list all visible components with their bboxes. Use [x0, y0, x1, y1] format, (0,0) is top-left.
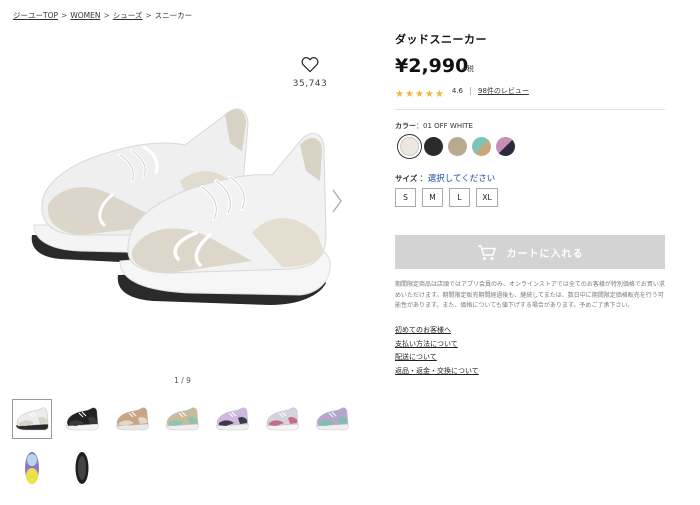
rating-row: ★★★★★ 4.6 98件のレビュー [395, 86, 529, 99]
thumbnail-black[interactable] [62, 399, 102, 439]
main-product-image[interactable] [20, 85, 340, 315]
rating-value: 4.6 [451, 87, 463, 95]
heart-icon [301, 57, 319, 73]
size-option-m[interactable]: M [422, 188, 443, 207]
color-selected-value: ：01 OFF WHITE [416, 122, 473, 130]
star-icon: ★ [434, 88, 444, 100]
color-swatch-mint-multi[interactable] [472, 137, 491, 156]
breadcrumb-current: スニーカー [154, 11, 193, 20]
color-label: カラー：01 OFF WHITE [395, 121, 473, 131]
star-icon: ★ [424, 88, 434, 100]
color-swatch-black[interactable] [424, 137, 443, 156]
thumbnail-sole-black[interactable] [62, 448, 102, 488]
color-swatch-beige[interactable] [448, 137, 467, 156]
favorite-button[interactable] [295, 56, 325, 73]
breadcrumb: ジーユーTOP > WOMEN > シューズ > スニーカー [13, 10, 192, 21]
size-selected-value: ：選択してください [419, 174, 496, 184]
link-shipping[interactable]: 配送について [395, 352, 437, 362]
size-label: サイズ ：選択してください [395, 172, 495, 184]
cart-icon [477, 244, 496, 260]
image-counter: 1 / 9 [174, 376, 191, 385]
color-label-title: カラー [395, 122, 416, 130]
rating-stars: ★★★★★ [395, 82, 445, 101]
color-swatch-purple-multi[interactable] [496, 137, 515, 156]
thumbnail-mint-multi[interactable] [162, 399, 202, 439]
breadcrumb-women[interactable]: WOMEN [70, 11, 100, 20]
breadcrumb-separator: > [61, 11, 68, 20]
tax-label: +税 [461, 65, 474, 73]
thumbnail-multi-purple[interactable] [312, 399, 352, 439]
link-payment[interactable]: 支払い方法について [395, 339, 458, 349]
star-icon: ★ [414, 88, 424, 100]
link-first-time[interactable]: 初めてのお客様へ [395, 325, 451, 335]
chevron-right-icon [332, 189, 342, 213]
size-option-s[interactable]: S [395, 188, 416, 207]
add-to-cart-button[interactable]: カートに入れる [395, 235, 665, 269]
size-option-l[interactable]: L [449, 188, 470, 207]
thumbnail-lavender-pink[interactable] [262, 399, 302, 439]
product-title: ダッドスニーカー [395, 33, 487, 46]
breadcrumb-top[interactable]: ジーユーTOP [13, 11, 58, 20]
next-image-button[interactable] [330, 188, 344, 214]
thumbnail-beige[interactable] [112, 399, 152, 439]
thumbnail-purple[interactable] [212, 399, 252, 439]
review-link[interactable]: 98件のレビュー [478, 86, 529, 96]
thumbnail-off-white[interactable] [12, 399, 52, 439]
thumbnail-sole-view[interactable] [12, 448, 52, 488]
star-icon: ★ [404, 88, 414, 100]
breadcrumb-shoes[interactable]: シューズ [113, 11, 143, 20]
product-price: ¥2,990 [395, 55, 469, 77]
link-returns[interactable]: 返品・返金・交換について [395, 366, 479, 376]
star-icon: ★ [395, 88, 404, 100]
color-swatch-off-white[interactable] [400, 137, 419, 156]
size-label-title: サイズ [395, 174, 418, 183]
limited-price-notice: 期間限定商品は店頭ではアプリ会員のみ、オンラインストアでは全てのお客様が特別価格… [395, 281, 665, 309]
breadcrumb-separator: > [103, 11, 110, 20]
rating-divider [469, 87, 471, 95]
section-divider [395, 109, 665, 110]
size-option-xl[interactable]: XL [476, 188, 498, 207]
breadcrumb-separator: > [145, 11, 152, 20]
add-to-cart-label: カートに入れる [506, 248, 584, 260]
